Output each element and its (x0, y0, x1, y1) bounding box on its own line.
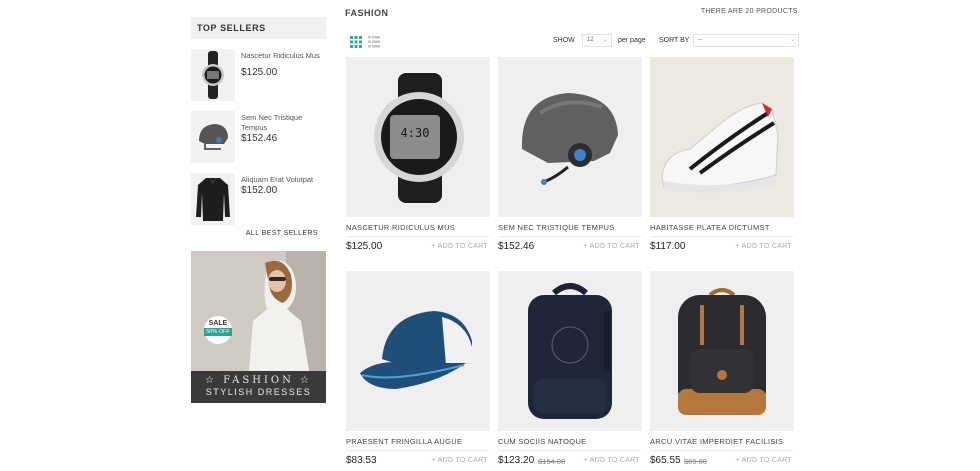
product-meta: $117.00 + ADD TO CART (650, 236, 794, 254)
top-seller-item[interactable]: Aliquam Erat Volutpat $152.00 (191, 173, 326, 235)
top-seller-name[interactable]: Sem Nec Tristique Tempus (241, 113, 326, 133)
discount-text: 50% OFF (204, 328, 232, 336)
top-seller-name[interactable]: Aliquam Erat Volutpat (241, 175, 326, 185)
list-view-icon[interactable] (368, 35, 380, 48)
banner-caption: ☆ FASHION ☆ STYLISH DRESSES (191, 371, 326, 403)
product-card[interactable]: HABITASSE PLATEA DICTUMST $117.00 + ADD … (650, 57, 794, 254)
all-best-sellers-link[interactable]: ALL BEST SELLERS (246, 230, 318, 237)
product-image-backpack-navy[interactable] (498, 271, 642, 431)
add-to-cart-button[interactable]: + ADD TO CART (735, 243, 792, 250)
add-to-cart-button[interactable]: + ADD TO CART (735, 457, 792, 464)
sale-badge: SALE 50% OFF (203, 315, 233, 345)
top-sellers-title: TOP SELLERS (191, 17, 326, 39)
product-price: $65.55 (650, 455, 681, 466)
per-page-label: per page (618, 37, 646, 44)
sort-by-label: SORT BY (659, 37, 690, 44)
product-price: $125.00 (346, 241, 383, 252)
grid-view-icon[interactable] (350, 35, 362, 48)
product-price: $123.20 (498, 455, 535, 466)
top-seller-item[interactable]: Sem Nec Tristique Tempus $152.46 (191, 111, 326, 173)
banner-title: ☆ FASHION ☆ (204, 375, 313, 386)
product-card[interactable]: CUM SOCIIS NATOQUE $123.20 $154.00 + ADD… (498, 271, 642, 468)
product-meta: $83.53 + ADD TO CART (346, 450, 490, 468)
top-seller-price: $152.00 (241, 185, 278, 196)
top-seller-price: $152.46 (241, 133, 278, 144)
sidebar: TOP SELLERS Nascetur Ridiculus Mus $125.… (191, 17, 326, 403)
product-name[interactable]: NASCETUR RIDICULUS MUS (346, 223, 490, 233)
chevron-down-icon: ⌄ (789, 37, 795, 43)
product-name[interactable]: ARCU VITAE IMPERDIET FACILISIS (650, 437, 794, 447)
product-price: $152.46 (498, 241, 535, 252)
product-meta: $152.46 + ADD TO CART (498, 236, 642, 254)
top-seller-price: $125.00 (241, 67, 278, 78)
helmet-thumbnail[interactable] (191, 111, 235, 163)
product-image-backpack-grey[interactable] (650, 271, 794, 431)
product-card[interactable]: PRAESENT FRINGILLA AUGUE $83.53 + ADD TO… (346, 271, 490, 468)
add-to-cart-button[interactable]: + ADD TO CART (431, 457, 488, 464)
top-seller-name[interactable]: Nascetur Ridiculus Mus (241, 51, 326, 61)
product-meta: $125.00 + ADD TO CART (346, 236, 490, 254)
product-old-price: $69.00 (684, 457, 707, 466)
chevron-down-icon: ⌄ (602, 37, 608, 43)
fashion-banner[interactable]: SALE 50% OFF ☆ FASHION ☆ STYLISH DRESSES (191, 251, 326, 403)
items-per-page-select[interactable]: 12 ⌄ (582, 34, 612, 47)
jacket-thumbnail[interactable] (191, 173, 235, 225)
product-card[interactable]: ARCU VITAE IMPERDIET FACILISIS $65.55 $6… (650, 271, 794, 468)
items-per-page-value: 12 (587, 37, 594, 43)
product-name[interactable]: PRAESENT FRINGILLA AUGUE (346, 437, 490, 447)
product-meta: $123.20 $154.00 + ADD TO CART (498, 450, 642, 468)
product-name[interactable]: HABITASSE PLATEA DICTUMST (650, 223, 794, 233)
product-card[interactable]: 4:30 NASCETUR RIDICULUS MUS $125.00 + AD… (346, 57, 490, 254)
add-to-cart-button[interactable]: + ADD TO CART (431, 243, 488, 250)
add-to-cart-button[interactable]: + ADD TO CART (583, 243, 640, 250)
banner-subtitle: STYLISH DRESSES (205, 387, 312, 397)
product-count: THERE ARE 20 PRODUCTS. (700, 8, 800, 15)
sale-text: SALE (208, 320, 228, 327)
watch-thumbnail[interactable] (191, 49, 235, 101)
sort-by-value: -- (698, 37, 702, 43)
category-title: FASHION (345, 8, 389, 18)
product-toolbar: SHOW 12 ⌄ per page SORT BY -- ⌄ (345, 33, 800, 49)
top-seller-item[interactable]: Nascetur Ridiculus Mus $125.00 (191, 49, 326, 111)
show-label: SHOW (553, 37, 575, 44)
product-old-price: $154.00 (538, 457, 566, 466)
add-to-cart-button[interactable]: + ADD TO CART (583, 457, 640, 464)
product-name[interactable]: CUM SOCIIS NATOQUE (498, 437, 642, 447)
product-image-cap[interactable] (346, 271, 490, 431)
product-image-helmet[interactable] (498, 57, 642, 217)
product-meta: $65.55 $69.00 + ADD TO CART (650, 450, 794, 468)
product-image-watch[interactable]: 4:30 (346, 57, 490, 217)
product-price: $117.00 (650, 241, 686, 252)
product-name[interactable]: SEM NEC TRISTIQUE TEMPUS (498, 223, 642, 233)
sort-by-select[interactable]: -- ⌄ (693, 34, 799, 47)
svg-text:4:30: 4:30 (401, 126, 430, 140)
product-image-sneaker[interactable] (650, 57, 794, 217)
product-card[interactable]: SEM NEC TRISTIQUE TEMPUS $152.46 + ADD T… (498, 57, 642, 254)
product-price: $83.53 (346, 455, 377, 466)
